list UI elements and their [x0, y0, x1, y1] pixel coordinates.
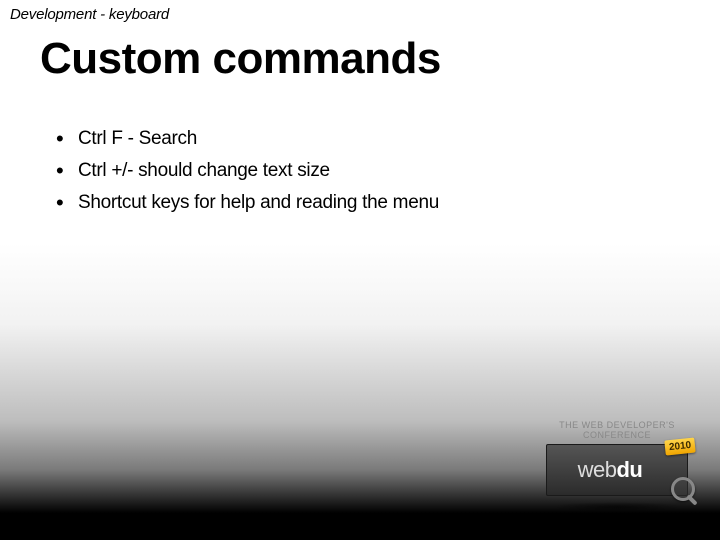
conference-logo: THE WEB DEVELOPER'S CONFERENCE webdu 201… [542, 420, 692, 512]
bullet-list: Ctrl F - Search Ctrl +/- should change t… [48, 128, 680, 224]
list-item: Ctrl F - Search [48, 128, 680, 150]
logo-shadow [552, 502, 682, 512]
list-item: Shortcut keys for help and reading the m… [48, 192, 680, 214]
logo-text-web: web [578, 457, 617, 483]
logo-box: webdu 2010 [546, 444, 688, 496]
logo-year-badge: 2010 [664, 437, 696, 455]
breadcrumb: Development - keyboard [10, 6, 169, 23]
logo-text-du: du [616, 457, 642, 483]
slide: Development - keyboard Custom commands C… [0, 0, 720, 540]
list-item: Ctrl +/- should change text size [48, 160, 680, 182]
magnifier-icon [671, 477, 699, 505]
slide-title: Custom commands [40, 34, 441, 84]
logo-tagline: THE WEB DEVELOPER'S CONFERENCE [542, 420, 692, 440]
